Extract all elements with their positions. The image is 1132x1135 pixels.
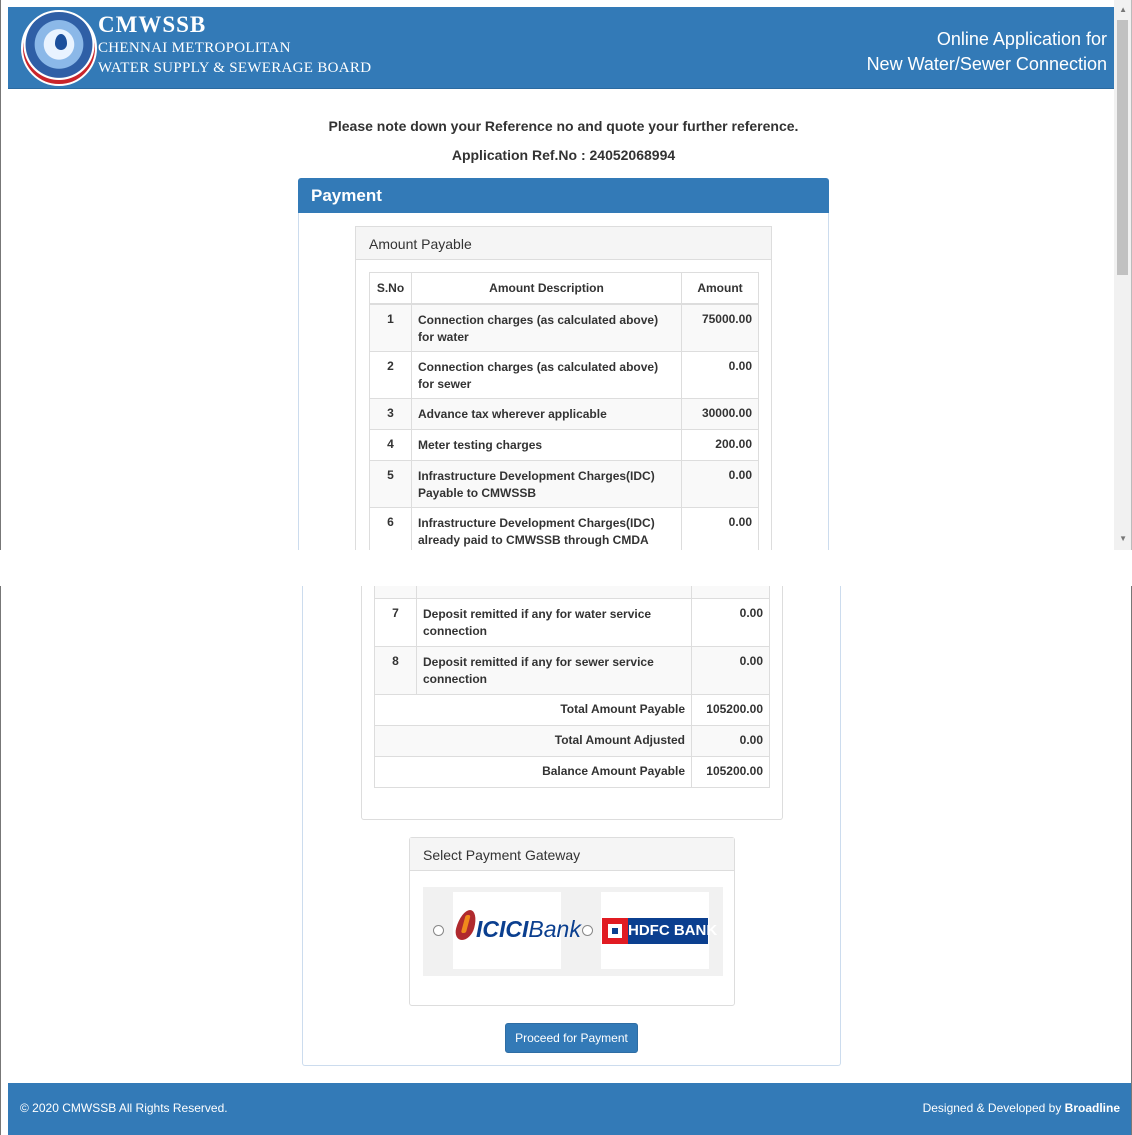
column-header-amount: Amount [681,272,759,305]
payment-panel-title: Payment [311,186,382,205]
cmwssb-logo-icon [21,10,97,86]
gateway-options: ICICIBank HDFC BANK [423,887,723,976]
row-sno: 4 [369,428,412,461]
payment-gateway-title: Select Payment Gateway [423,847,581,863]
header-app-title-line2: New Water/Sewer Connection [866,54,1107,74]
row-amount: 200.00 [681,428,759,461]
row-description: Connection charges (as calculated above)… [411,303,682,352]
payment-panel-header: Payment [298,178,829,213]
icici-logo-text: ICICIBank [476,916,581,942]
table-header-row: S.No Amount Description Amount [369,272,759,305]
table-row: 1 Connection charges (as calculated abov… [369,303,759,352]
total-adjusted-label: Total Amount Adjusted [374,725,692,757]
table-row: 3 Advance tax wherever applicable 30000.… [369,397,759,430]
amount-payable-header: Amount Payable [356,227,771,260]
row-description: Deposit remitted if any for water servic… [416,598,692,647]
row-sno: 8 [374,646,417,695]
row-description: Advance tax wherever applicable [411,397,682,430]
total-row: Balance Amount Payable 105200.00 [374,756,770,788]
brand-subtitle-line2: WATER SUPPLY & SEWERAGE BOARD [98,60,372,76]
row-amount: 0.00 [681,350,759,399]
total-row: Total Amount Adjusted 0.00 [374,725,770,757]
balance-payable-amount: 105200.00 [691,756,770,788]
table-row: 8 Deposit remitted if any for sewer serv… [374,646,770,695]
column-header-description: Amount Description [411,272,682,305]
row-amount: 0.00 [681,506,759,550]
icici-option[interactable]: ICICIBank [452,892,581,969]
column-header-sno: S.No [369,272,412,305]
row-description: Connection charges (as calculated above)… [411,350,682,399]
table-row: 5 Infrastructure Development Charges(IDC… [369,459,759,508]
table-row: 2 Connection charges (as calculated abov… [369,350,759,399]
row-description: Deposit remitted if any for sewer servic… [416,646,692,695]
hdfc-logo-text: HDFC BANK [628,918,717,944]
row-amount: 0.00 [691,598,770,647]
site-header: CMWSSB CHENNAI METROPOLITAN WATER SUPPLY… [8,7,1119,89]
balance-payable-label: Balance Amount Payable [374,756,692,788]
developer-link[interactable]: Broadline [1065,1101,1120,1115]
brand-subtitle-line1: CHENNAI METROPOLITAN [98,40,291,56]
total-payable-amount: 105200.00 [691,694,770,726]
table-row: 7 Deposit remitted if any for water serv… [374,598,770,647]
viewport-top: CMWSSB CHENNAI METROPOLITAN WATER SUPPLY… [0,0,1132,550]
brand-title: CMWSSB [98,12,207,37]
developer-credit: Designed & Developed by Broadline [922,1101,1120,1115]
row-amount: 75000.00 [681,303,759,352]
reference-note: Please note down your Reference no and q… [328,118,799,134]
scroll-down-arrow-icon[interactable]: ▼ [1119,534,1127,543]
row-sno: 2 [369,350,412,399]
row-amount: 0.00 [681,459,759,508]
vertical-scrollbar[interactable]: ▲ ▼ [1114,0,1131,550]
total-adjusted-amount: 0.00 [691,725,770,757]
table-row-partial [374,586,770,599]
row-sno: 7 [374,598,417,647]
table-row: 6 Infrastructure Development Charges(IDC… [369,506,759,550]
site-footer: © 2020 CMWSSB All Rights Reserved. Desig… [8,1083,1131,1135]
copyright-text: © 2020 CMWSSB All Rights Reserved. [20,1101,228,1115]
icici-radio[interactable] [433,925,444,936]
viewport-bottom: 7 Deposit remitted if any for water serv… [0,586,1132,1135]
hdfc-radio[interactable] [582,925,593,936]
row-sno: 6 [369,506,412,550]
scroll-up-arrow-icon[interactable]: ▲ [1119,5,1127,14]
total-payable-label: Total Amount Payable [374,694,692,726]
payment-gateway-panel: Select Payment Gateway ICICIBank HDFC BA… [409,837,735,1006]
hdfc-logo-icon [602,918,628,944]
header-app-title-line1: Online Application for [936,29,1107,49]
total-row: Total Amount Payable 105200.00 [374,694,770,726]
amount-payable-title: Amount Payable [369,236,472,252]
table-row: 4 Meter testing charges 200.00 [369,428,759,461]
amount-table-continued: 7 Deposit remitted if any for water serv… [374,586,770,788]
row-description: Infrastructure Development Charges(IDC) … [411,459,682,508]
row-amount: 30000.00 [681,397,759,430]
row-sno: 3 [369,397,412,430]
application-ref-number: Application Ref.No : 24052068994 [451,147,676,163]
row-description: Infrastructure Development Charges(IDC) … [411,506,682,550]
row-sno: 1 [369,303,412,352]
proceed-for-payment-button[interactable]: Proceed for Payment [505,1023,638,1053]
amount-table: S.No Amount Description Amount 1 Connect… [369,272,759,550]
hdfc-option[interactable]: HDFC BANK [601,892,717,969]
payment-gateway-header: Select Payment Gateway [410,838,734,871]
row-amount: 0.00 [691,646,770,695]
row-sno: 5 [369,459,412,508]
row-description: Meter testing charges [411,428,682,461]
